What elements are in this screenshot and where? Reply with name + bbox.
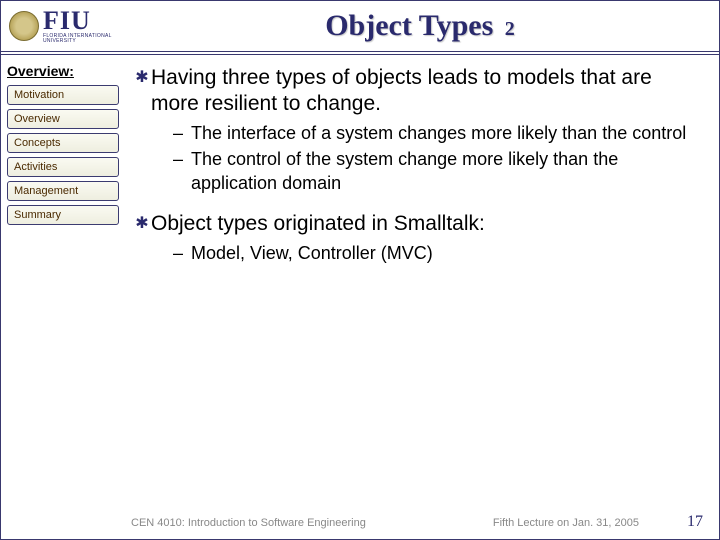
sidebar-item-label: Concepts xyxy=(14,137,60,149)
header: FIU FLORIDA INTERNATIONAL UNIVERSITY Obj… xyxy=(1,1,719,55)
content: ✱ Having three types of objects leads to… xyxy=(129,55,719,539)
dash-bullet-icon: – xyxy=(173,147,191,171)
sidebar-item-label: Summary xyxy=(14,209,61,221)
sub-list: – The interface of a system changes more… xyxy=(173,121,695,195)
sidebar-item-label: Overview xyxy=(14,113,60,125)
sidebar: Overview: Motivation Overview Concepts A… xyxy=(1,55,129,539)
logo-main: FIU xyxy=(43,8,129,34)
university-seal-icon xyxy=(9,11,39,41)
title-sub: 2 xyxy=(505,18,515,40)
star-bullet-icon: ✱ xyxy=(133,65,151,91)
sub-bullet-text: The control of the system change more li… xyxy=(191,147,695,195)
sidebar-item-label: Motivation xyxy=(14,89,64,101)
bullet: ✱ Having three types of objects leads to… xyxy=(133,65,695,117)
sidebar-heading: Overview: xyxy=(7,63,123,79)
bullet-text: Object types originated in Smalltalk: xyxy=(151,211,485,237)
dash-bullet-icon: – xyxy=(173,121,191,145)
footer-lecture: Fifth Lecture on Jan. 31, 2005 xyxy=(366,517,687,529)
page-number: 17 xyxy=(687,513,703,531)
sidebar-item-motivation[interactable]: Motivation xyxy=(7,85,119,105)
sidebar-item-overview[interactable]: Overview xyxy=(7,109,119,129)
footer-course: CEN 4010: Introduction to Software Engin… xyxy=(131,517,366,529)
sidebar-item-label: Management xyxy=(14,185,78,197)
sidebar-item-concepts[interactable]: Concepts xyxy=(7,133,119,153)
sub-bullet: – The control of the system change more … xyxy=(173,147,695,195)
sub-bullet-text: The interface of a system changes more l… xyxy=(191,121,686,145)
star-bullet-icon: ✱ xyxy=(133,211,151,237)
sidebar-item-management[interactable]: Management xyxy=(7,181,119,201)
slide: FIU FLORIDA INTERNATIONAL UNIVERSITY Obj… xyxy=(0,0,720,540)
sub-bullet-text: Model, View, Controller (MVC) xyxy=(191,241,433,265)
sub-bullet: – The interface of a system changes more… xyxy=(173,121,695,145)
sidebar-item-summary[interactable]: Summary xyxy=(7,205,119,225)
bullet: ✱ Object types originated in Smalltalk: xyxy=(133,211,695,237)
logo: FIU FLORIDA INTERNATIONAL UNIVERSITY xyxy=(9,7,129,45)
dash-bullet-icon: – xyxy=(173,241,191,265)
sidebar-item-activities[interactable]: Activities xyxy=(7,157,119,177)
sub-list: – Model, View, Controller (MVC) xyxy=(173,241,695,265)
body: Overview: Motivation Overview Concepts A… xyxy=(1,55,719,539)
sub-bullet: – Model, View, Controller (MVC) xyxy=(173,241,695,265)
logo-sub: FLORIDA INTERNATIONAL UNIVERSITY xyxy=(43,34,129,44)
sidebar-item-label: Activities xyxy=(14,161,57,173)
title-main: Object Types xyxy=(325,9,493,42)
bullet-text: Having three types of objects leads to m… xyxy=(151,65,695,117)
logo-text: FIU FLORIDA INTERNATIONAL UNIVERSITY xyxy=(43,8,129,44)
slide-title: Object Types 2 xyxy=(129,9,711,43)
footer: CEN 4010: Introduction to Software Engin… xyxy=(1,513,719,531)
